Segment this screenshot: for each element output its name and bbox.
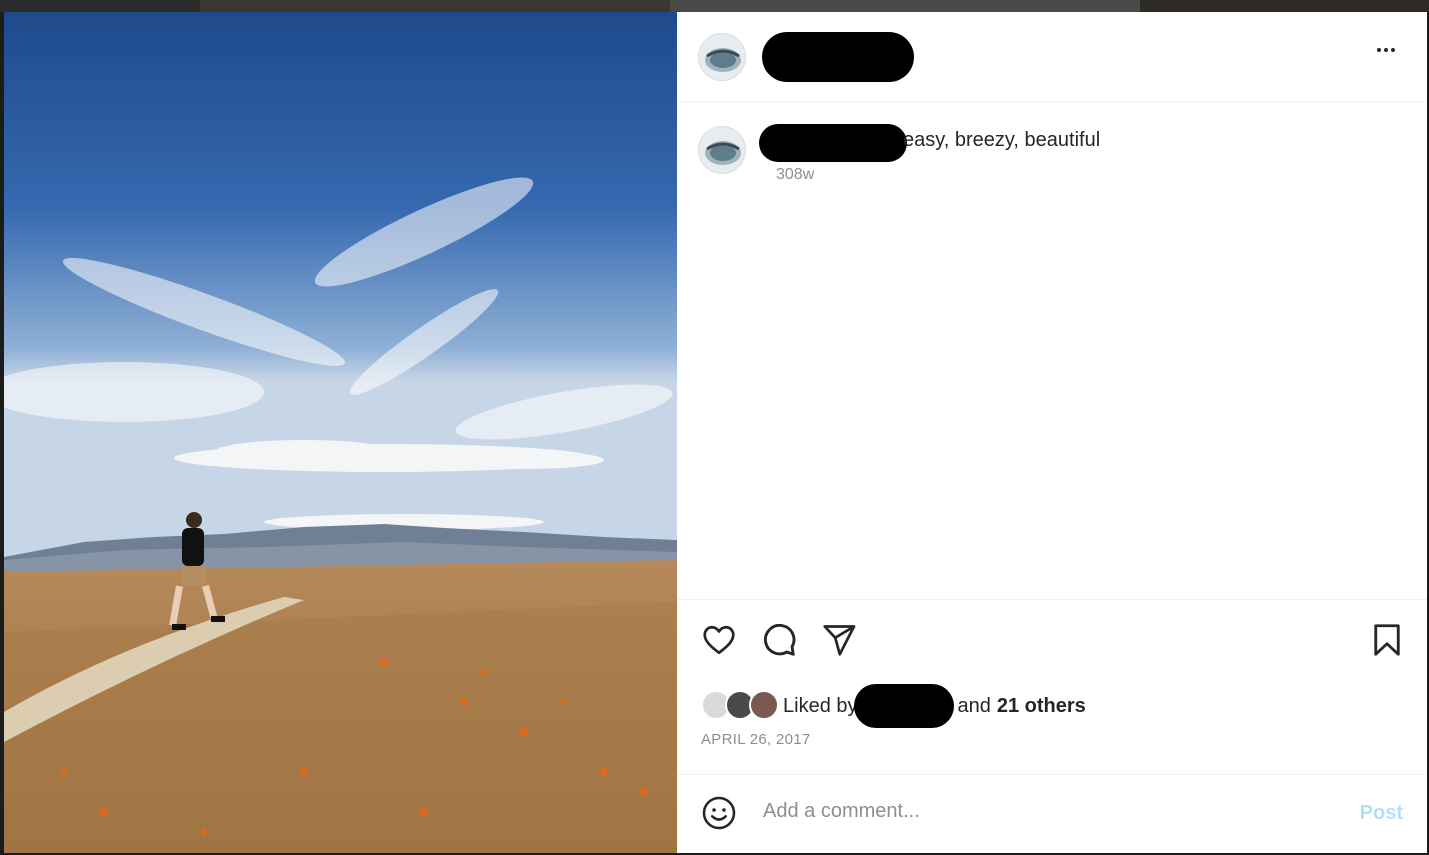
post-modal: easy, breezy, beautiful 308w Liked by an…	[4, 12, 1427, 853]
post-side-panel: easy, breezy, beautiful 308w Liked by an…	[677, 12, 1427, 853]
share-icon[interactable]	[821, 622, 857, 663]
more-options-icon[interactable]	[1373, 44, 1399, 56]
likes-prefix: Liked by	[783, 694, 858, 717]
post-comment-button[interactable]: Post	[1360, 802, 1403, 825]
likes-others-link[interactable]: 21 others	[997, 695, 1086, 718]
post-header	[677, 12, 1427, 102]
author-username-redacted[interactable]	[762, 32, 914, 82]
heart-icon[interactable]	[701, 622, 737, 663]
comment-input[interactable]	[761, 799, 1325, 824]
post-photo	[4, 12, 677, 853]
post-actions: Liked by and 21 others APRIL 26, 2017	[677, 599, 1427, 774]
background-feed-strip	[0, 0, 1429, 12]
caption-author-avatar[interactable]	[698, 126, 746, 174]
caption-username-redacted[interactable]	[759, 124, 907, 162]
bookmark-icon[interactable]	[1369, 622, 1405, 663]
liker-avatars[interactable]	[701, 690, 783, 722]
comment-bar: Post	[677, 774, 1427, 853]
liker-avatar	[749, 690, 779, 720]
post-date[interactable]: APRIL 26, 2017	[701, 731, 811, 748]
liker-username-redacted[interactable]	[853, 684, 954, 728]
likes-and: and	[957, 694, 991, 717]
author-avatar[interactable]	[698, 32, 746, 81]
caption-area: easy, breezy, beautiful 308w	[677, 102, 1427, 599]
emoji-icon[interactable]	[701, 795, 737, 836]
likes-summary: Liked by and 21 others	[701, 684, 1086, 728]
post-age[interactable]: 308w	[776, 166, 814, 184]
caption-text: easy, breezy, beautiful	[903, 129, 1101, 151]
comment-icon[interactable]	[761, 622, 797, 663]
